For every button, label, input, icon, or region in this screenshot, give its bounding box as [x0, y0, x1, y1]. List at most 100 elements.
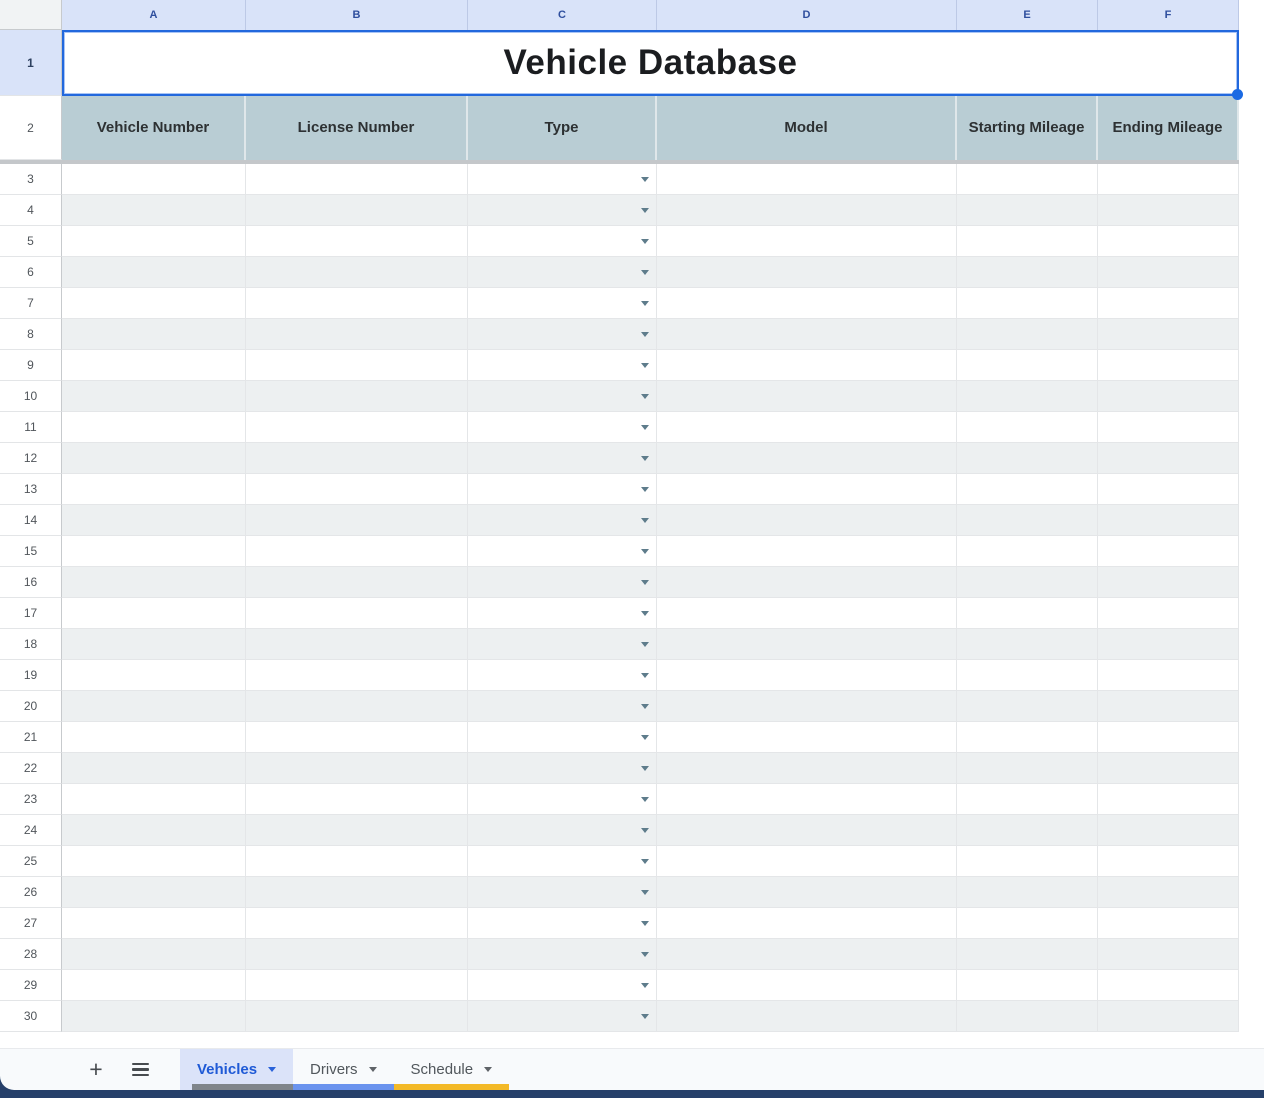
cell-a11[interactable]	[62, 412, 246, 443]
cell-b21[interactable]	[246, 722, 468, 753]
cell-f24[interactable]	[1098, 815, 1239, 846]
cell-f30[interactable]	[1098, 1001, 1239, 1032]
cell-e28[interactable]	[957, 939, 1098, 970]
dropdown-arrow-icon[interactable]	[641, 239, 649, 244]
cell-c12[interactable]	[468, 443, 657, 474]
cell-b29[interactable]	[246, 970, 468, 1001]
cell-d14[interactable]	[657, 505, 957, 536]
cell-a10[interactable]	[62, 381, 246, 412]
cell-b25[interactable]	[246, 846, 468, 877]
cell-c19[interactable]	[468, 660, 657, 691]
dropdown-arrow-icon[interactable]	[641, 549, 649, 554]
row-header-25[interactable]: 25	[0, 846, 62, 877]
cell-a12[interactable]	[62, 443, 246, 474]
cell-d8[interactable]	[657, 319, 957, 350]
cell-a9[interactable]	[62, 350, 246, 381]
column-header-a[interactable]: A	[62, 0, 246, 30]
chevron-down-icon[interactable]	[369, 1067, 377, 1072]
cell-f16[interactable]	[1098, 567, 1239, 598]
cell-f26[interactable]	[1098, 877, 1239, 908]
row-header-30[interactable]: 30	[0, 1001, 62, 1032]
row-header-18[interactable]: 18	[0, 629, 62, 660]
cell-e12[interactable]	[957, 443, 1098, 474]
cell-c16[interactable]	[468, 567, 657, 598]
cell-e19[interactable]	[957, 660, 1098, 691]
cell-e15[interactable]	[957, 536, 1098, 567]
cell-e16[interactable]	[957, 567, 1098, 598]
cell-a19[interactable]	[62, 660, 246, 691]
cell-b3[interactable]	[246, 164, 468, 195]
column-title-cell[interactable]: Model	[657, 96, 957, 160]
cell-e25[interactable]	[957, 846, 1098, 877]
cell-b6[interactable]	[246, 257, 468, 288]
cell-d12[interactable]	[657, 443, 957, 474]
cell-e8[interactable]	[957, 319, 1098, 350]
cell-a27[interactable]	[62, 908, 246, 939]
cell-e11[interactable]	[957, 412, 1098, 443]
cell-a4[interactable]	[62, 195, 246, 226]
row-header-14[interactable]: 14	[0, 505, 62, 536]
cell-b17[interactable]	[246, 598, 468, 629]
row-header-2[interactable]: 2	[0, 96, 62, 160]
cell-e7[interactable]	[957, 288, 1098, 319]
row-header-15[interactable]: 15	[0, 536, 62, 567]
cell-b11[interactable]	[246, 412, 468, 443]
cell-e10[interactable]	[957, 381, 1098, 412]
column-header-d[interactable]: D	[657, 0, 957, 30]
cell-e9[interactable]	[957, 350, 1098, 381]
cell-e17[interactable]	[957, 598, 1098, 629]
row-header-3[interactable]: 3	[0, 164, 62, 195]
row-header-26[interactable]: 26	[0, 877, 62, 908]
cell-e22[interactable]	[957, 753, 1098, 784]
dropdown-arrow-icon[interactable]	[641, 766, 649, 771]
cell-b16[interactable]	[246, 567, 468, 598]
cell-a6[interactable]	[62, 257, 246, 288]
cell-e24[interactable]	[957, 815, 1098, 846]
cell-d22[interactable]	[657, 753, 957, 784]
dropdown-arrow-icon[interactable]	[641, 332, 649, 337]
cell-f6[interactable]	[1098, 257, 1239, 288]
cell-c10[interactable]	[468, 381, 657, 412]
cell-e26[interactable]	[957, 877, 1098, 908]
cell-a7[interactable]	[62, 288, 246, 319]
cell-e14[interactable]	[957, 505, 1098, 536]
cell-e5[interactable]	[957, 226, 1098, 257]
cell-c4[interactable]	[468, 195, 657, 226]
tab-schedule[interactable]: Schedule	[394, 1049, 510, 1090]
cell-c30[interactable]	[468, 1001, 657, 1032]
cell-f23[interactable]	[1098, 784, 1239, 815]
cell-a5[interactable]	[62, 226, 246, 257]
cell-d6[interactable]	[657, 257, 957, 288]
cell-a23[interactable]	[62, 784, 246, 815]
column-title-cell[interactable]: Ending Mileage	[1098, 96, 1239, 160]
cell-a24[interactable]	[62, 815, 246, 846]
dropdown-arrow-icon[interactable]	[641, 456, 649, 461]
cell-d21[interactable]	[657, 722, 957, 753]
cell-c15[interactable]	[468, 536, 657, 567]
cell-f17[interactable]	[1098, 598, 1239, 629]
cell-f12[interactable]	[1098, 443, 1239, 474]
cell-d16[interactable]	[657, 567, 957, 598]
chevron-down-icon[interactable]	[484, 1067, 492, 1072]
row-header-4[interactable]: 4	[0, 195, 62, 226]
cell-b27[interactable]	[246, 908, 468, 939]
cell-c23[interactable]	[468, 784, 657, 815]
cell-a3[interactable]	[62, 164, 246, 195]
row-header-27[interactable]: 27	[0, 908, 62, 939]
cell-c24[interactable]	[468, 815, 657, 846]
cell-d4[interactable]	[657, 195, 957, 226]
cell-b19[interactable]	[246, 660, 468, 691]
cell-c17[interactable]	[468, 598, 657, 629]
cell-f19[interactable]	[1098, 660, 1239, 691]
cell-b5[interactable]	[246, 226, 468, 257]
dropdown-arrow-icon[interactable]	[641, 642, 649, 647]
dropdown-arrow-icon[interactable]	[641, 890, 649, 895]
row-header-22[interactable]: 22	[0, 753, 62, 784]
cell-c28[interactable]	[468, 939, 657, 970]
cell-c25[interactable]	[468, 846, 657, 877]
cell-a8[interactable]	[62, 319, 246, 350]
cell-f28[interactable]	[1098, 939, 1239, 970]
cell-c14[interactable]	[468, 505, 657, 536]
cell-d15[interactable]	[657, 536, 957, 567]
column-header-c[interactable]: C	[468, 0, 657, 30]
